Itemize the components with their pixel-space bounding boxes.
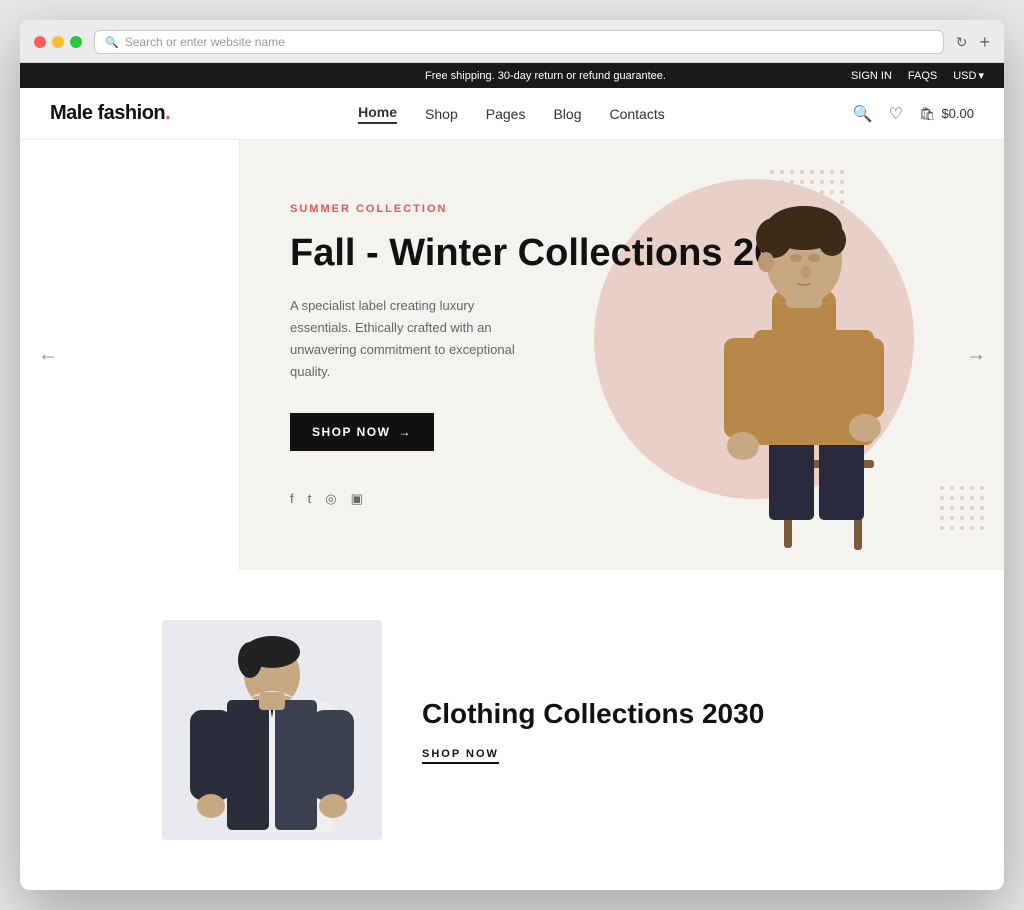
browser-chrome: 🔍 Search or enter website name ↻ + xyxy=(20,20,1004,63)
announcement-bar: Free shipping. 30-day return or refund g… xyxy=(20,63,1004,88)
nav-item-contacts[interactable]: Contacts xyxy=(609,106,664,122)
twitter-icon[interactable]: t xyxy=(308,491,312,507)
collection-shop-now-link[interactable]: SHOP NOW xyxy=(422,748,499,764)
cart-icon: 🛍 xyxy=(919,106,936,122)
nav-item-pages[interactable]: Pages xyxy=(486,106,526,122)
nav-item-blog[interactable]: Blog xyxy=(553,106,581,122)
announcement-right: SIGN IN FAQS USD ▾ xyxy=(851,69,984,82)
jacket-svg xyxy=(162,620,382,840)
cart-button[interactable]: 🛍 $0.00 xyxy=(919,106,974,122)
slider-next-button[interactable]: → xyxy=(958,336,994,375)
collections-section: Clothing Collections 2030 SHOP NOW xyxy=(20,570,1004,890)
slider-prev-button[interactable]: ← xyxy=(30,336,66,375)
main-nav: Home Shop Pages Blog Contacts xyxy=(358,104,665,124)
collection-card: Clothing Collections 2030 SHOP NOW xyxy=(162,620,862,840)
site-header: Male fashion. Home Shop Pages Blog Conta… xyxy=(20,88,1004,140)
hero-description: A specialist label creating luxury essen… xyxy=(290,295,530,383)
sign-in-link[interactable]: SIGN IN xyxy=(851,70,892,82)
nav-item-home[interactable]: Home xyxy=(358,104,397,124)
hero-cta-button[interactable]: SHOP NOW → xyxy=(290,413,434,451)
reload-button[interactable]: ↻ xyxy=(956,34,968,51)
collection-image xyxy=(162,620,382,840)
announcement-message: Free shipping. 30-day return or refund g… xyxy=(240,70,851,82)
address-bar[interactable]: 🔍 Search or enter website name xyxy=(94,30,944,54)
pinterest-icon[interactable]: ◎ xyxy=(325,491,336,507)
instagram-icon[interactable]: ▣ xyxy=(351,491,363,507)
logo-dot: . xyxy=(165,102,170,124)
faqs-link[interactable]: FAQS xyxy=(908,70,937,82)
cart-price: $0.00 xyxy=(941,106,974,121)
new-tab-button[interactable]: + xyxy=(979,32,990,53)
traffic-lights xyxy=(34,36,82,48)
facebook-icon[interactable]: f xyxy=(290,491,294,507)
collection-content: Clothing Collections 2030 SHOP NOW xyxy=(422,696,862,764)
traffic-light-minimize[interactable] xyxy=(52,36,64,48)
site-logo[interactable]: Male fashion. xyxy=(50,102,170,125)
traffic-light-close[interactable] xyxy=(34,36,46,48)
hero-section: ← SUMMER COLLECTION Fall - Winter Collec… xyxy=(20,140,1004,570)
search-icon: 🔍 xyxy=(105,36,119,49)
header-icons: 🔍 ♡ 🛍 $0.00 xyxy=(853,104,974,124)
search-icon[interactable]: 🔍 xyxy=(853,104,873,124)
browser-window: 🔍 Search or enter website name ↻ + Free … xyxy=(20,20,1004,890)
nav-item-shop[interactable]: Shop xyxy=(425,106,458,122)
logo-text: Male fashion xyxy=(50,102,165,124)
arrow-icon: → xyxy=(398,425,412,439)
traffic-light-maximize[interactable] xyxy=(70,36,82,48)
currency-selector[interactable]: USD ▾ xyxy=(953,69,984,82)
wishlist-icon[interactable]: ♡ xyxy=(889,104,903,124)
collection-title: Clothing Collections 2030 xyxy=(422,696,862,732)
hero-person-image xyxy=(664,190,944,570)
address-bar-text: Search or enter website name xyxy=(125,35,285,49)
